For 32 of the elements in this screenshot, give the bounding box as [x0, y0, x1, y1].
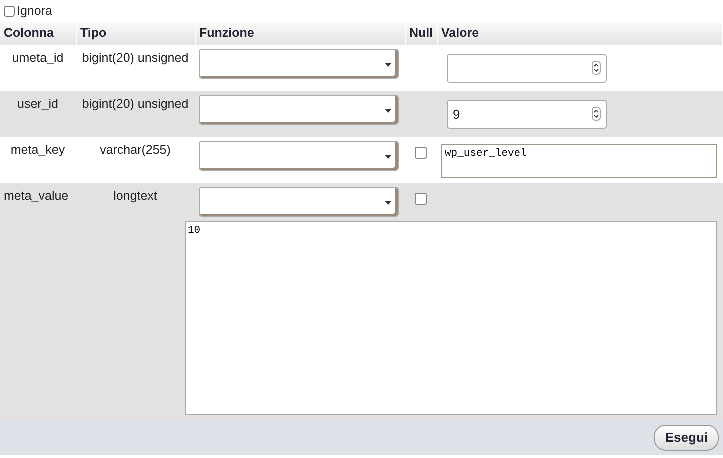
value-textarea[interactable]: 10 [185, 220, 717, 415]
column-header: Valore [437, 22, 722, 45]
caret-icon [385, 108, 392, 113]
column-name: umeta_id [12, 50, 64, 65]
column-name: meta_key [10, 142, 66, 157]
column-header: Colonna [0, 22, 76, 45]
function-select[interactable] [199, 186, 399, 217]
column-name: meta_value [4, 188, 69, 203]
null-checkbox[interactable] [415, 146, 427, 159]
column-type: bigint(20) unsigned [82, 50, 189, 65]
ignore-label: Ignora [17, 2, 52, 20]
column-name: user_id [18, 96, 58, 111]
function-select[interactable] [199, 140, 399, 171]
column-type: bigint(20) unsigned [82, 96, 189, 111]
number-field[interactable] [447, 54, 607, 83]
function-select[interactable] [199, 94, 399, 125]
null-checkbox[interactable] [415, 192, 427, 205]
column-header: Tipo [76, 22, 195, 45]
ignore-checkbox[interactable] [4, 6, 15, 16]
submit-button[interactable]: Esegui [654, 425, 719, 450]
caret-icon [385, 154, 392, 159]
column-header: Null [405, 22, 437, 45]
column-type: varchar(255) [100, 142, 171, 157]
column-type: longtext [114, 188, 158, 203]
spinner-icon [592, 61, 601, 76]
function-select[interactable] [199, 48, 399, 79]
caret-icon [385, 200, 392, 205]
column-header: Funzione [195, 22, 405, 45]
number-field[interactable]: 9 [447, 100, 607, 129]
value-field[interactable]: wp_user_level [441, 144, 717, 178]
spinner-icon [592, 107, 601, 122]
caret-icon [385, 62, 392, 67]
